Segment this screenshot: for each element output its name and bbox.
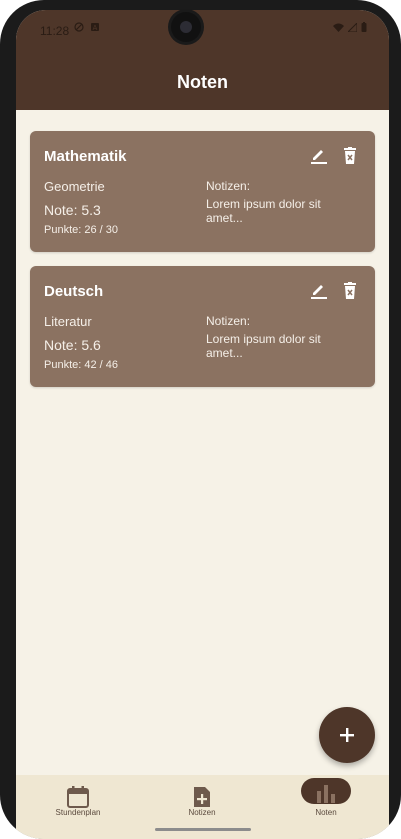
nav-label: Noten: [315, 808, 337, 817]
card-grade: Note: 5.3: [44, 202, 101, 218]
nav-label: Stundenplan: [55, 808, 101, 817]
nav-item-notizen[interactable]: Notizen: [152, 775, 252, 831]
calendar-icon: [67, 786, 89, 808]
edit-icon: [311, 150, 327, 164]
card-notes-text: Lorem ipsum dolor sit amet...: [206, 332, 321, 360]
svg-text:A: A: [93, 25, 98, 32]
phone-frame: 11:28 A Noten Mathematik Geometrie Note:…: [0, 0, 401, 839]
card-notes-label: Notizen:: [206, 314, 251, 328]
card-points: Punkte: 42 / 46: [44, 359, 118, 371]
plus-icon: [340, 728, 354, 742]
edit-button[interactable]: [308, 145, 330, 167]
camera-cutout: [171, 12, 201, 42]
notification-icon: A: [91, 23, 99, 32]
card-notes-label: Notizen:: [206, 179, 251, 193]
card-subject: Mathematik: [44, 148, 127, 165]
nav-item-noten[interactable]: Noten: [276, 775, 376, 831]
grade-card[interactable]: Mathematik Geometrie Note: 5.3 Punkte: 2…: [30, 131, 375, 252]
status-bar: 11:28 A: [16, 10, 389, 50]
edit-icon: [311, 285, 327, 299]
nav-label: Notizen: [188, 808, 216, 817]
card-points: Punkte: 26 / 30: [44, 224, 118, 236]
battery-icon: [361, 22, 367, 32]
home-indicator[interactable]: [155, 828, 251, 831]
status-time: 11:28: [40, 24, 70, 38]
card-subject: Deutsch: [44, 283, 104, 300]
add-grade-button[interactable]: [319, 707, 375, 763]
card-topic: Geometrie: [44, 179, 105, 194]
grade-card[interactable]: Deutsch Literatur Note: 5.6 Punkte: 42 /…: [30, 266, 375, 387]
card-topic: Literatur: [44, 314, 92, 329]
note-add-icon: [194, 787, 210, 807]
app-screen: 11:28 A Noten Mathematik Geometrie Note:…: [16, 10, 389, 839]
bar-chart-icon: [317, 785, 335, 803]
delete-button[interactable]: [339, 280, 361, 302]
delete-button[interactable]: [339, 145, 361, 167]
app-bar: 11:28 A Noten: [16, 10, 389, 110]
page-title: Noten: [177, 72, 228, 92]
delete-icon: [344, 147, 356, 164]
delete-icon: [344, 282, 356, 299]
nav-item-stundenplan[interactable]: Stundenplan: [28, 775, 128, 831]
do-not-disturb-icon: [74, 22, 84, 32]
edit-button[interactable]: [308, 280, 330, 302]
wifi-icon: [333, 23, 344, 32]
card-grade: Note: 5.6: [44, 337, 101, 353]
card-notes-text: Lorem ipsum dolor sit amet...: [206, 197, 321, 225]
signal-icon: [348, 22, 357, 32]
